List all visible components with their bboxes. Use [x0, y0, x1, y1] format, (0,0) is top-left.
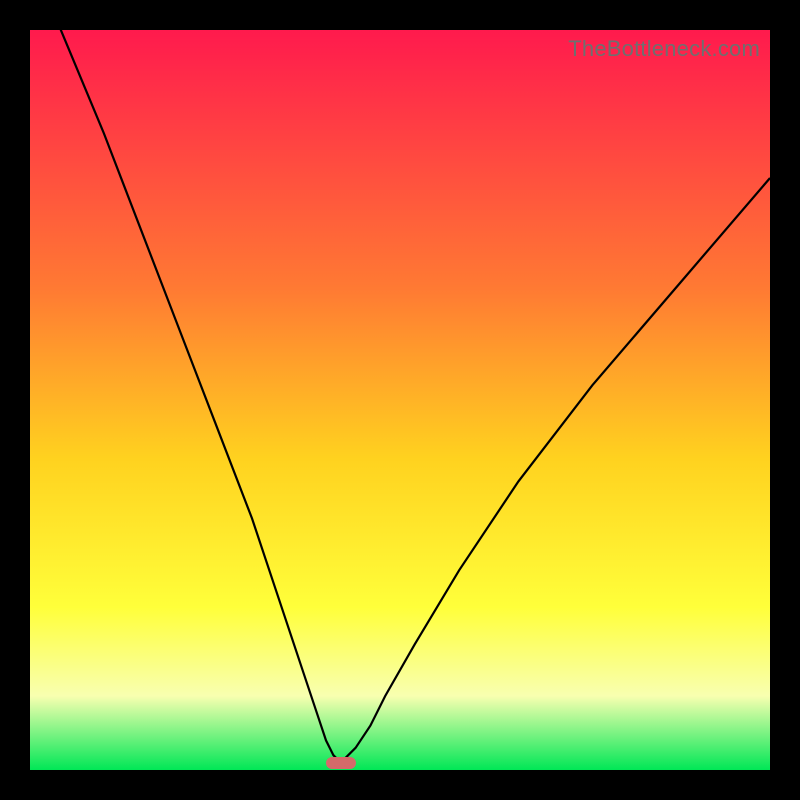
plot-area: TheBottleneck.com — [30, 30, 770, 770]
minimum-marker — [326, 757, 356, 769]
chart-frame: TheBottleneck.com — [0, 0, 800, 800]
attribution-label: TheBottleneck.com — [568, 36, 760, 62]
background-gradient — [30, 30, 770, 770]
